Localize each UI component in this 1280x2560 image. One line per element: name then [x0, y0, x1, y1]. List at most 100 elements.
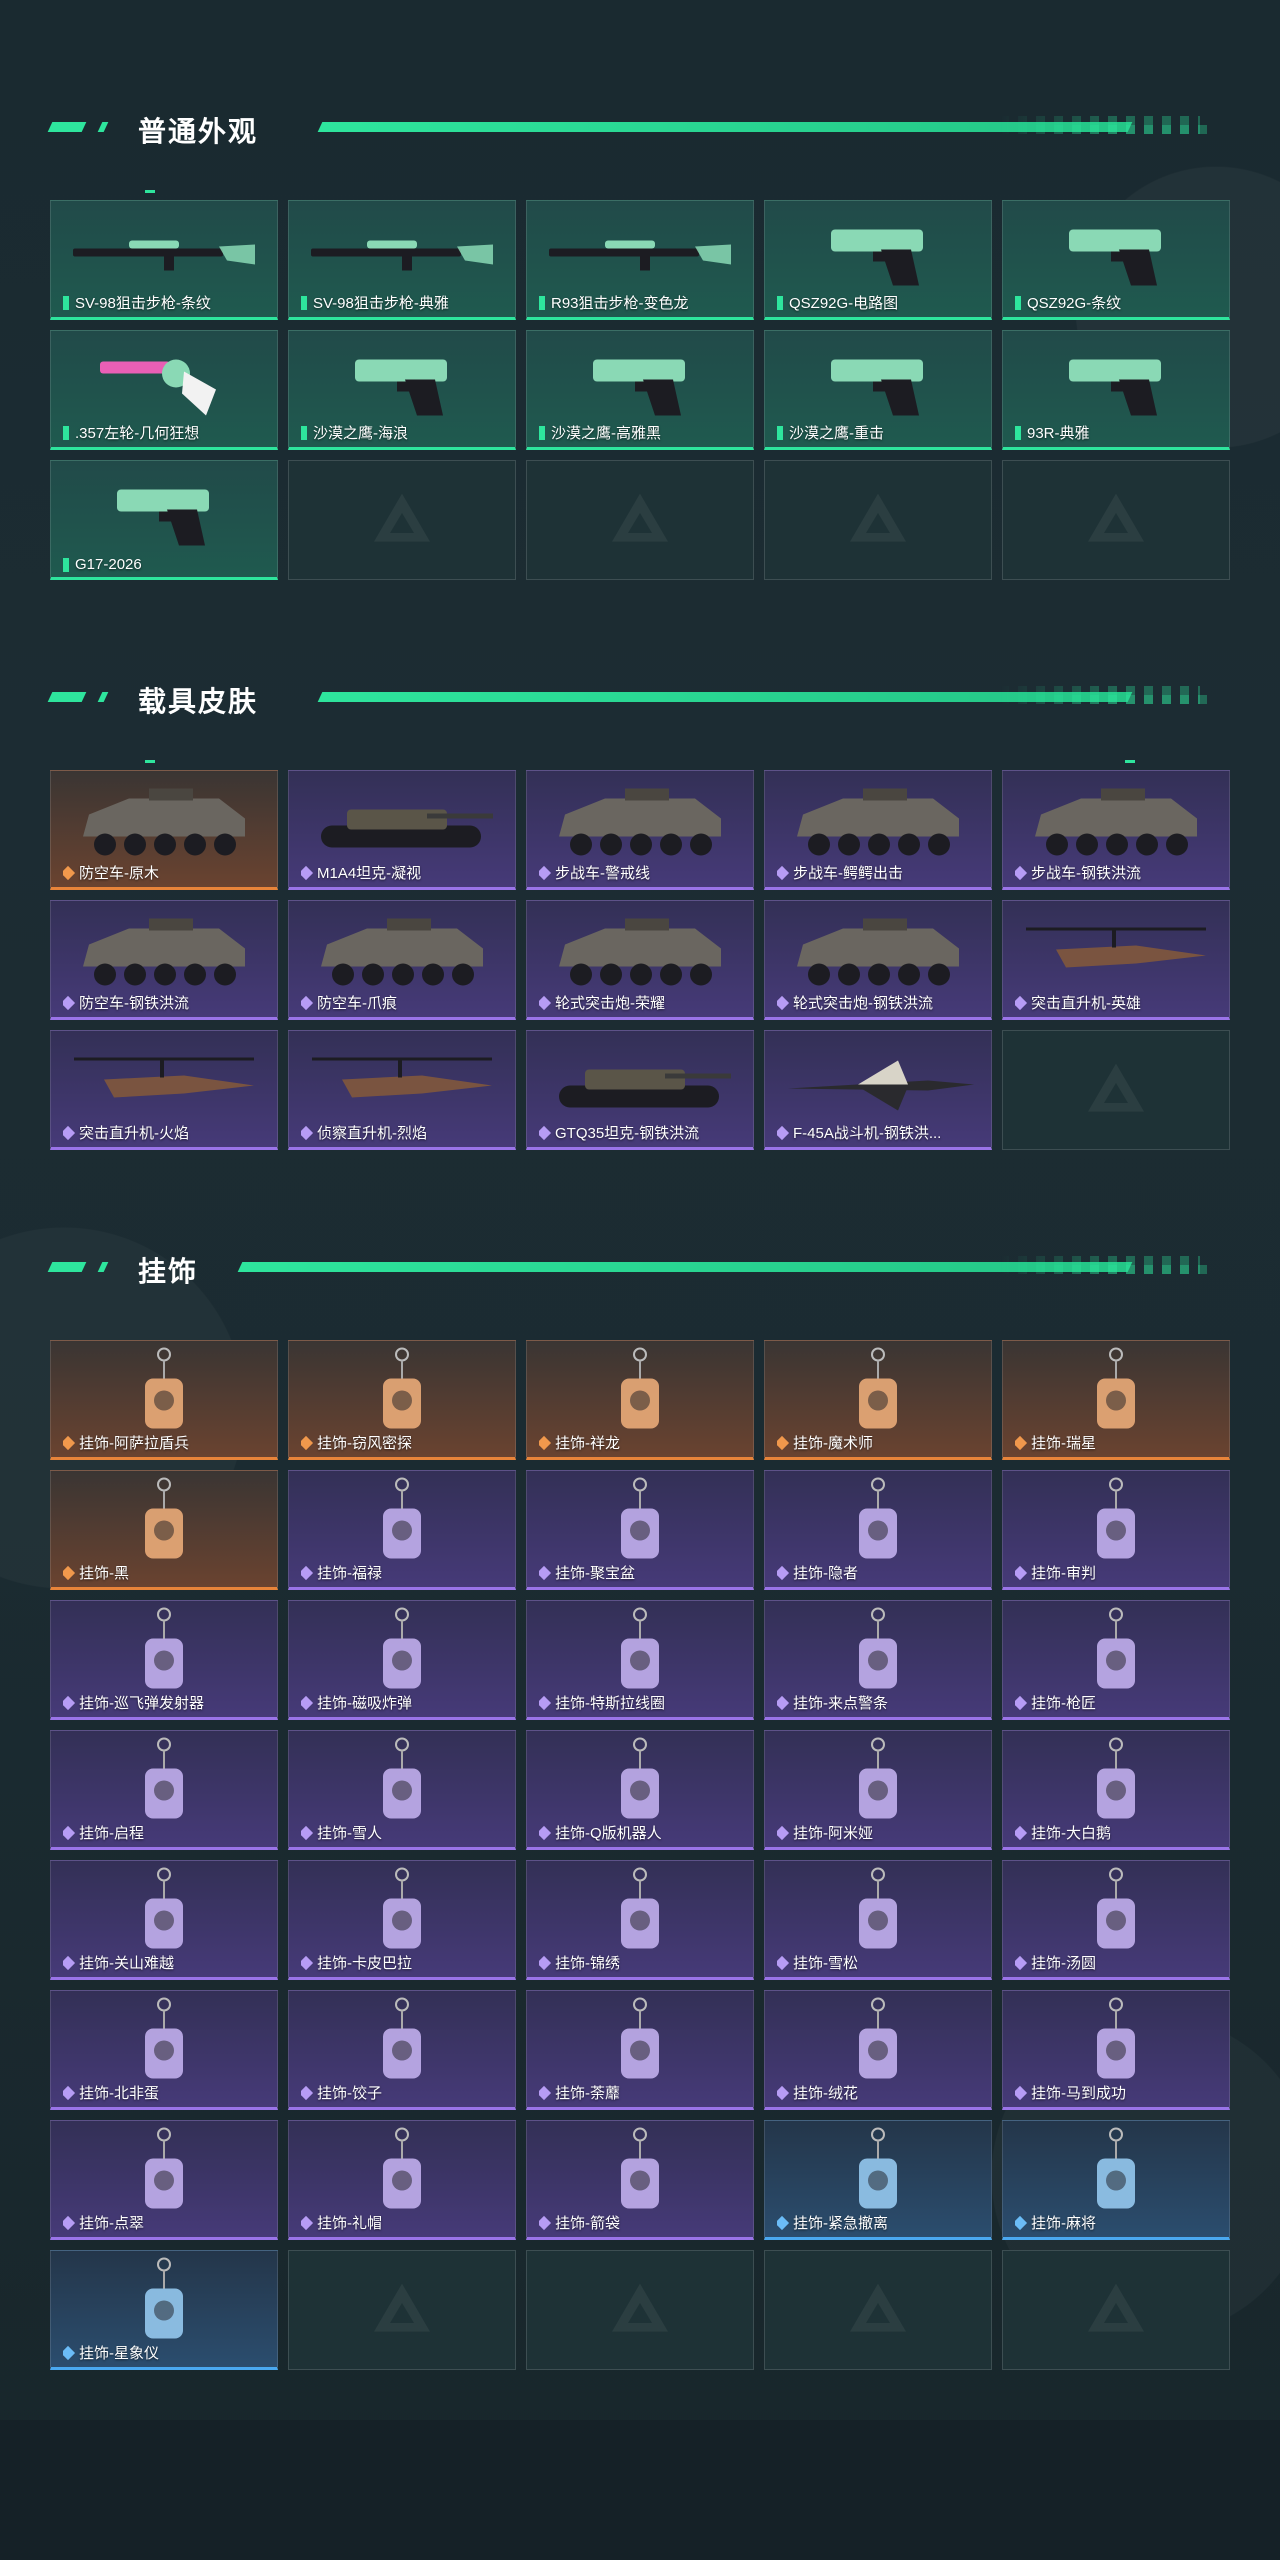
item-card[interactable]: 防空车-原木	[50, 770, 278, 890]
empty-slot	[288, 460, 516, 580]
item-card[interactable]: 93R-典雅	[1002, 330, 1230, 450]
item-card[interactable]: 挂饰-启程	[50, 1730, 278, 1850]
item-card[interactable]: 步战车-警戒线	[526, 770, 754, 890]
item-card[interactable]: 挂饰-磁吸炸弹	[288, 1600, 516, 1720]
item-card[interactable]: 挂饰-星象仪	[50, 2250, 278, 2370]
item-card[interactable]: R93狙击步枪-变色龙	[526, 200, 754, 320]
item-card[interactable]: 轮式突击炮-钢铁洪流	[764, 900, 992, 1020]
item-card[interactable]: 挂饰-北非蛋	[50, 1990, 278, 2110]
rarity-icon	[1015, 1955, 1028, 1970]
item-card[interactable]: 挂饰-祥龙	[526, 1340, 754, 1460]
item-card[interactable]: 突击直升机-英雄	[1002, 900, 1230, 1020]
item-card[interactable]: 挂饰-审判	[1002, 1470, 1230, 1590]
item-name: 挂饰-特斯拉线圈	[555, 1695, 665, 1712]
rarity-icon	[539, 2215, 552, 2230]
footer-band	[0, 2420, 1280, 2560]
item-card[interactable]: 挂饰-汤圆	[1002, 1860, 1230, 1980]
item-card[interactable]: 挂饰-紧急撤离	[764, 2120, 992, 2240]
item-card[interactable]: 挂饰-绒花	[764, 1990, 992, 2110]
item-card[interactable]: 挂饰-枪匠	[1002, 1600, 1230, 1720]
item-label: SV-98狙击步枪-条纹	[63, 292, 271, 313]
item-card[interactable]: G17-2026	[50, 460, 278, 580]
item-card[interactable]: SV-98狙击步枪-典雅	[288, 200, 516, 320]
section-charms: 挂饰 挂饰-阿萨拉盾兵 挂饰-窃风密探 挂饰-祥龙 挂饰-魔术师 挂饰-瑞星 挂饰-黑 挂饰…	[47, 1248, 1230, 2370]
item-grid: 防空车-原木 M1A4坦克-凝视 步战车-警戒线 步战车-鳄鳄出击 步战车-钢铁洪流防空…	[50, 770, 1230, 1150]
item-card[interactable]: 沙漠之鹰-高雅黑	[526, 330, 754, 450]
item-card[interactable]: 挂饰-巡飞弹发射器	[50, 1600, 278, 1720]
item-card[interactable]: 挂饰-聚宝盆	[526, 1470, 754, 1590]
item-card[interactable]: SV-98狙击步枪-条纹	[50, 200, 278, 320]
item-name: R93狙击步枪-变色龙	[551, 295, 689, 312]
item-card[interactable]: 挂饰-点翠	[50, 2120, 278, 2240]
rarity-icon	[539, 865, 552, 880]
item-card[interactable]: 挂饰-大白鹅	[1002, 1730, 1230, 1850]
item-label: 步战车-警戒线	[539, 862, 747, 883]
section-title: 挂饰	[138, 1256, 199, 1287]
item-card[interactable]: 步战车-鳄鳄出击	[764, 770, 992, 890]
item-label: 挂饰-瑞星	[1015, 1432, 1223, 1453]
item-card[interactable]: 挂饰-关山难越	[50, 1860, 278, 1980]
item-card[interactable]: 挂饰-福禄	[288, 1470, 516, 1590]
item-card[interactable]: 挂饰-锦绣	[526, 1860, 754, 1980]
item-card[interactable]: 挂饰-饺子	[288, 1990, 516, 2110]
item-label: 挂饰-窃风密探	[301, 1432, 509, 1453]
item-label: 轮式突击炮-荣耀	[539, 992, 747, 1013]
item-label: 挂饰-汤圆	[1015, 1952, 1223, 1973]
rarity-icon	[63, 1695, 76, 1710]
item-label: 挂饰-礼帽	[301, 2212, 509, 2233]
item-card[interactable]: 挂饰-Q版机器人	[526, 1730, 754, 1850]
item-card[interactable]: 挂饰-黑	[50, 1470, 278, 1590]
item-card[interactable]: 挂饰-雪人	[288, 1730, 516, 1850]
rarity-icon	[777, 1825, 790, 1840]
armored-vehicle-icon	[69, 784, 259, 869]
item-card[interactable]: QSZ92G-电路图	[764, 200, 992, 320]
item-card[interactable]: 防空车-爪痕	[288, 900, 516, 1020]
item-card[interactable]: 挂饰-马到成功	[1002, 1990, 1230, 2110]
item-card[interactable]: 挂饰-隐者	[764, 1470, 992, 1590]
item-name: 沙漠之鹰-高雅黑	[551, 425, 661, 442]
item-card[interactable]: 挂饰-礼帽	[288, 2120, 516, 2240]
header-accent-dot	[97, 692, 109, 702]
item-card[interactable]: 挂饰-箭袋	[526, 2120, 754, 2240]
item-card[interactable]: 突击直升机-火焰	[50, 1030, 278, 1150]
item-card[interactable]: 挂饰-阿米娅	[764, 1730, 992, 1850]
item-card[interactable]: 挂饰-特斯拉线圈	[526, 1600, 754, 1720]
item-card[interactable]: 挂饰-瑞星	[1002, 1340, 1230, 1460]
pistol-icon	[347, 349, 457, 424]
item-card[interactable]: 挂饰-卡皮巴拉	[288, 1860, 516, 1980]
helicopter-icon	[302, 1049, 502, 1124]
item-card[interactable]: GTQ35坦克-钢铁洪流	[526, 1030, 754, 1150]
armored-vehicle-icon	[783, 914, 973, 999]
item-name: 挂饰-汤圆	[1031, 1955, 1096, 1972]
grid-tick	[145, 760, 155, 763]
header-accent-dot	[97, 1262, 109, 1272]
item-card[interactable]: 侦察直升机-烈焰	[288, 1030, 516, 1150]
item-card[interactable]: M1A4坦克-凝视	[288, 770, 516, 890]
item-name: 挂饰-礼帽	[317, 2215, 382, 2232]
tank-icon	[307, 789, 497, 864]
item-label: 沙漠之鹰-海浪	[301, 422, 509, 443]
item-grid: 挂饰-阿萨拉盾兵 挂饰-窃风密探 挂饰-祥龙 挂饰-魔术师 挂饰-瑞星挂饰-黑 挂饰-福禄…	[50, 1340, 1230, 2370]
item-name: 突击直升机-英雄	[1031, 995, 1141, 1012]
item-card[interactable]: 挂饰-荼蘼	[526, 1990, 754, 2110]
item-card[interactable]: 防空车-钢铁洪流	[50, 900, 278, 1020]
item-card[interactable]: QSZ92G-条纹	[1002, 200, 1230, 320]
item-name: SV-98狙击步枪-条纹	[75, 295, 211, 312]
rarity-icon	[301, 1565, 314, 1580]
item-card[interactable]: 挂饰-雪松	[764, 1860, 992, 1980]
rarity-icon	[63, 2345, 76, 2360]
item-card[interactable]: F-45A战斗机-钢铁洪...	[764, 1030, 992, 1150]
header-checker-pattern	[1009, 125, 1209, 134]
item-card[interactable]: 挂饰-阿萨拉盾兵	[50, 1340, 278, 1460]
item-card[interactable]: 沙漠之鹰-重击	[764, 330, 992, 450]
item-card[interactable]: .357左轮-几何狂想	[50, 330, 278, 450]
item-card[interactable]: 挂饰-魔术师	[764, 1340, 992, 1460]
rarity-icon	[63, 295, 69, 310]
item-card[interactable]: 沙漠之鹰-海浪	[288, 330, 516, 450]
item-card[interactable]: 挂饰-窃风密探	[288, 1340, 516, 1460]
item-label: 沙漠之鹰-高雅黑	[539, 422, 747, 443]
item-card[interactable]: 挂饰-来点警条	[764, 1600, 992, 1720]
item-card[interactable]: 轮式突击炮-荣耀	[526, 900, 754, 1020]
item-card[interactable]: 挂饰-麻将	[1002, 2120, 1230, 2240]
item-card[interactable]: 步战车-钢铁洪流	[1002, 770, 1230, 890]
